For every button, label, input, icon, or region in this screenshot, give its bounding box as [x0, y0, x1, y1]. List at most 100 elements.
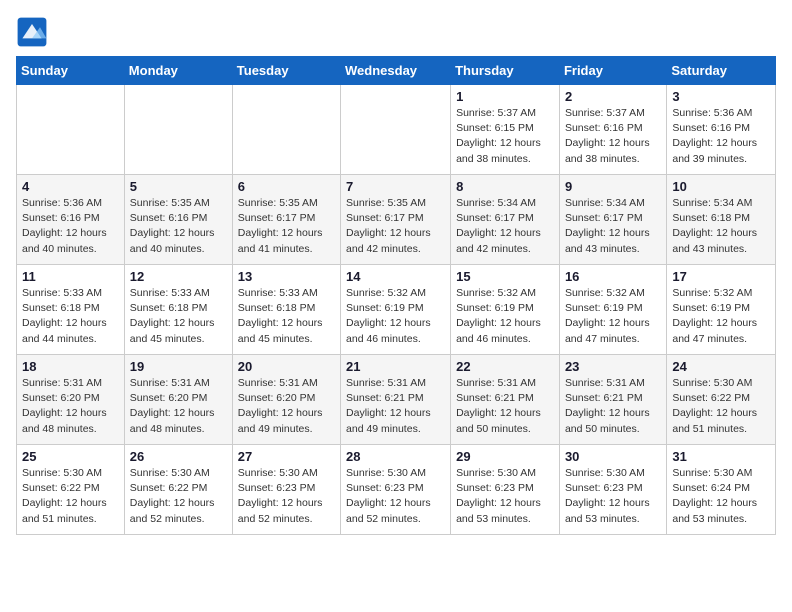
day-number: 23: [565, 359, 661, 374]
day-number: 24: [672, 359, 770, 374]
day-number: 13: [238, 269, 335, 284]
day-cell: 1 Sunrise: 5:37 AM Sunset: 6:15 PM Daylig…: [451, 85, 560, 175]
day-info: Sunrise: 5:30 AM Sunset: 6:23 PM Dayligh…: [456, 466, 554, 527]
day-info: Sunrise: 5:31 AM Sunset: 6:21 PM Dayligh…: [456, 376, 554, 437]
day-cell: 28Sunrise: 5:30 AM Sunset: 6:23 PM Dayli…: [341, 445, 451, 535]
day-info: Sunrise: 5:32 AM Sunset: 6:19 PM Dayligh…: [346, 286, 445, 347]
header-cell-thursday: Thursday: [451, 57, 560, 85]
day-cell: [17, 85, 125, 175]
day-cell: [124, 85, 232, 175]
calendar-header: SundayMondayTuesdayWednesdayThursdayFrid…: [17, 57, 776, 85]
day-cell: 22Sunrise: 5:31 AM Sunset: 6:21 PM Dayli…: [451, 355, 560, 445]
day-info: Sunrise: 5:34 AM Sunset: 6:17 PM Dayligh…: [565, 196, 661, 257]
day-number: 17: [672, 269, 770, 284]
day-number: 9: [565, 179, 661, 194]
day-cell: 11 Sunrise: 5:33 AM Sunset: 6:18 PM Dayli…: [17, 265, 125, 355]
day-info: Sunrise: 5:34 AM Sunset: 6:18 PM Dayligh…: [672, 196, 770, 257]
day-cell: 26 Sunrise: 5:30 AM Sunset: 6:22 PM Dayli…: [124, 445, 232, 535]
day-cell: 24 Sunrise: 5:30 AM Sunset: 6:22 PM Dayli…: [667, 355, 776, 445]
day-number: 27: [238, 449, 335, 464]
week-row-1: 1 Sunrise: 5:37 AM Sunset: 6:15 PM Daylig…: [17, 85, 776, 175]
day-info: Sunrise: 5:33 AM Sunset: 6:18 PM Dayligh…: [238, 286, 335, 347]
day-cell: 30 Sunrise: 5:30 AM Sunset: 6:23 PM Dayli…: [559, 445, 666, 535]
day-cell: 23 Sunrise: 5:31 AM Sunset: 6:21 PM Dayli…: [559, 355, 666, 445]
day-info: Sunrise: 5:37 AM Sunset: 6:15 PM Dayligh…: [456, 106, 554, 167]
day-number: 15: [456, 269, 554, 284]
day-number: 3: [672, 89, 770, 104]
day-info: Sunrise: 5:31 AM Sunset: 6:20 PM Dayligh…: [130, 376, 227, 437]
day-cell: 29 Sunrise: 5:30 AM Sunset: 6:23 PM Dayli…: [451, 445, 560, 535]
day-info: Sunrise: 5:30 AM Sunset: 6:24 PM Dayligh…: [672, 466, 770, 527]
day-info: Sunrise: 5:35 AM Sunset: 6:17 PM Dayligh…: [238, 196, 335, 257]
day-info: Sunrise: 5:30 AM Sunset: 6:23 PM Dayligh…: [238, 466, 335, 527]
day-number: 29: [456, 449, 554, 464]
day-number: 7: [346, 179, 445, 194]
day-info: Sunrise: 5:32 AM Sunset: 6:19 PM Dayligh…: [456, 286, 554, 347]
day-cell: 12 Sunrise: 5:33 AM Sunset: 6:18 PM Dayli…: [124, 265, 232, 355]
day-info: Sunrise: 5:32 AM Sunset: 6:19 PM Dayligh…: [672, 286, 770, 347]
day-info: Sunrise: 5:35 AM Sunset: 6:17 PM Dayligh…: [346, 196, 445, 257]
day-info: Sunrise: 5:30 AM Sunset: 6:23 PM Dayligh…: [565, 466, 661, 527]
day-info: Sunrise: 5:30 AM Sunset: 6:22 PM Dayligh…: [22, 466, 119, 527]
day-number: 21: [346, 359, 445, 374]
day-cell: 31 Sunrise: 5:30 AM Sunset: 6:24 PM Dayli…: [667, 445, 776, 535]
header-cell-friday: Friday: [559, 57, 666, 85]
day-number: 30: [565, 449, 661, 464]
day-info: Sunrise: 5:31 AM Sunset: 6:21 PM Dayligh…: [565, 376, 661, 437]
day-info: Sunrise: 5:30 AM Sunset: 6:23 PM Dayligh…: [346, 466, 445, 527]
day-number: 25: [22, 449, 119, 464]
day-cell: 9 Sunrise: 5:34 AM Sunset: 6:17 PM Daylig…: [559, 175, 666, 265]
day-number: 26: [130, 449, 227, 464]
day-info: Sunrise: 5:36 AM Sunset: 6:16 PM Dayligh…: [22, 196, 119, 257]
page-header: [16, 16, 776, 48]
day-cell: 21Sunrise: 5:31 AM Sunset: 6:21 PM Dayli…: [341, 355, 451, 445]
day-number: 19: [130, 359, 227, 374]
day-number: 1: [456, 89, 554, 104]
header-cell-wednesday: Wednesday: [341, 57, 451, 85]
week-row-4: 18 Sunrise: 5:31 AM Sunset: 6:20 PM Dayli…: [17, 355, 776, 445]
day-cell: 6 Sunrise: 5:35 AM Sunset: 6:17 PM Daylig…: [232, 175, 340, 265]
day-info: Sunrise: 5:31 AM Sunset: 6:20 PM Dayligh…: [22, 376, 119, 437]
week-row-2: 4Sunrise: 5:36 AM Sunset: 6:16 PM Daylig…: [17, 175, 776, 265]
header-cell-tuesday: Tuesday: [232, 57, 340, 85]
day-cell: 10 Sunrise: 5:34 AM Sunset: 6:18 PM Dayli…: [667, 175, 776, 265]
header-cell-monday: Monday: [124, 57, 232, 85]
day-number: 31: [672, 449, 770, 464]
day-cell: 20Sunrise: 5:31 AM Sunset: 6:20 PM Dayli…: [232, 355, 340, 445]
day-info: Sunrise: 5:36 AM Sunset: 6:16 PM Dayligh…: [672, 106, 770, 167]
calendar-body: 1 Sunrise: 5:37 AM Sunset: 6:15 PM Daylig…: [17, 85, 776, 535]
day-cell: 8 Sunrise: 5:34 AM Sunset: 6:17 PM Daylig…: [451, 175, 560, 265]
day-info: Sunrise: 5:30 AM Sunset: 6:22 PM Dayligh…: [130, 466, 227, 527]
day-info: Sunrise: 5:30 AM Sunset: 6:22 PM Dayligh…: [672, 376, 770, 437]
day-cell: 25 Sunrise: 5:30 AM Sunset: 6:22 PM Dayli…: [17, 445, 125, 535]
day-number: 10: [672, 179, 770, 194]
day-cell: [341, 85, 451, 175]
day-number: 12: [130, 269, 227, 284]
day-number: 14: [346, 269, 445, 284]
day-info: Sunrise: 5:34 AM Sunset: 6:17 PM Dayligh…: [456, 196, 554, 257]
logo-icon: [16, 16, 48, 48]
day-number: 18: [22, 359, 119, 374]
day-number: 11: [22, 269, 119, 284]
day-info: Sunrise: 5:33 AM Sunset: 6:18 PM Dayligh…: [130, 286, 227, 347]
day-cell: [232, 85, 340, 175]
day-number: 8: [456, 179, 554, 194]
day-info: Sunrise: 5:32 AM Sunset: 6:19 PM Dayligh…: [565, 286, 661, 347]
day-info: Sunrise: 5:33 AM Sunset: 6:18 PM Dayligh…: [22, 286, 119, 347]
day-cell: 15 Sunrise: 5:32 AM Sunset: 6:19 PM Dayli…: [451, 265, 560, 355]
week-row-3: 11 Sunrise: 5:33 AM Sunset: 6:18 PM Dayli…: [17, 265, 776, 355]
day-cell: 5Sunrise: 5:35 AM Sunset: 6:16 PM Daylig…: [124, 175, 232, 265]
day-number: 6: [238, 179, 335, 194]
day-info: Sunrise: 5:37 AM Sunset: 6:16 PM Dayligh…: [565, 106, 661, 167]
day-cell: 2Sunrise: 5:37 AM Sunset: 6:16 PM Daylig…: [559, 85, 666, 175]
header-cell-sunday: Sunday: [17, 57, 125, 85]
day-cell: 18 Sunrise: 5:31 AM Sunset: 6:20 PM Dayli…: [17, 355, 125, 445]
header-cell-saturday: Saturday: [667, 57, 776, 85]
day-cell: 27 Sunrise: 5:30 AM Sunset: 6:23 PM Dayli…: [232, 445, 340, 535]
day-number: 20: [238, 359, 335, 374]
day-cell: 3 Sunrise: 5:36 AM Sunset: 6:16 PM Daylig…: [667, 85, 776, 175]
day-cell: 17 Sunrise: 5:32 AM Sunset: 6:19 PM Dayli…: [667, 265, 776, 355]
day-cell: 4Sunrise: 5:36 AM Sunset: 6:16 PM Daylig…: [17, 175, 125, 265]
day-cell: 19 Sunrise: 5:31 AM Sunset: 6:20 PM Dayli…: [124, 355, 232, 445]
logo: [16, 16, 52, 48]
